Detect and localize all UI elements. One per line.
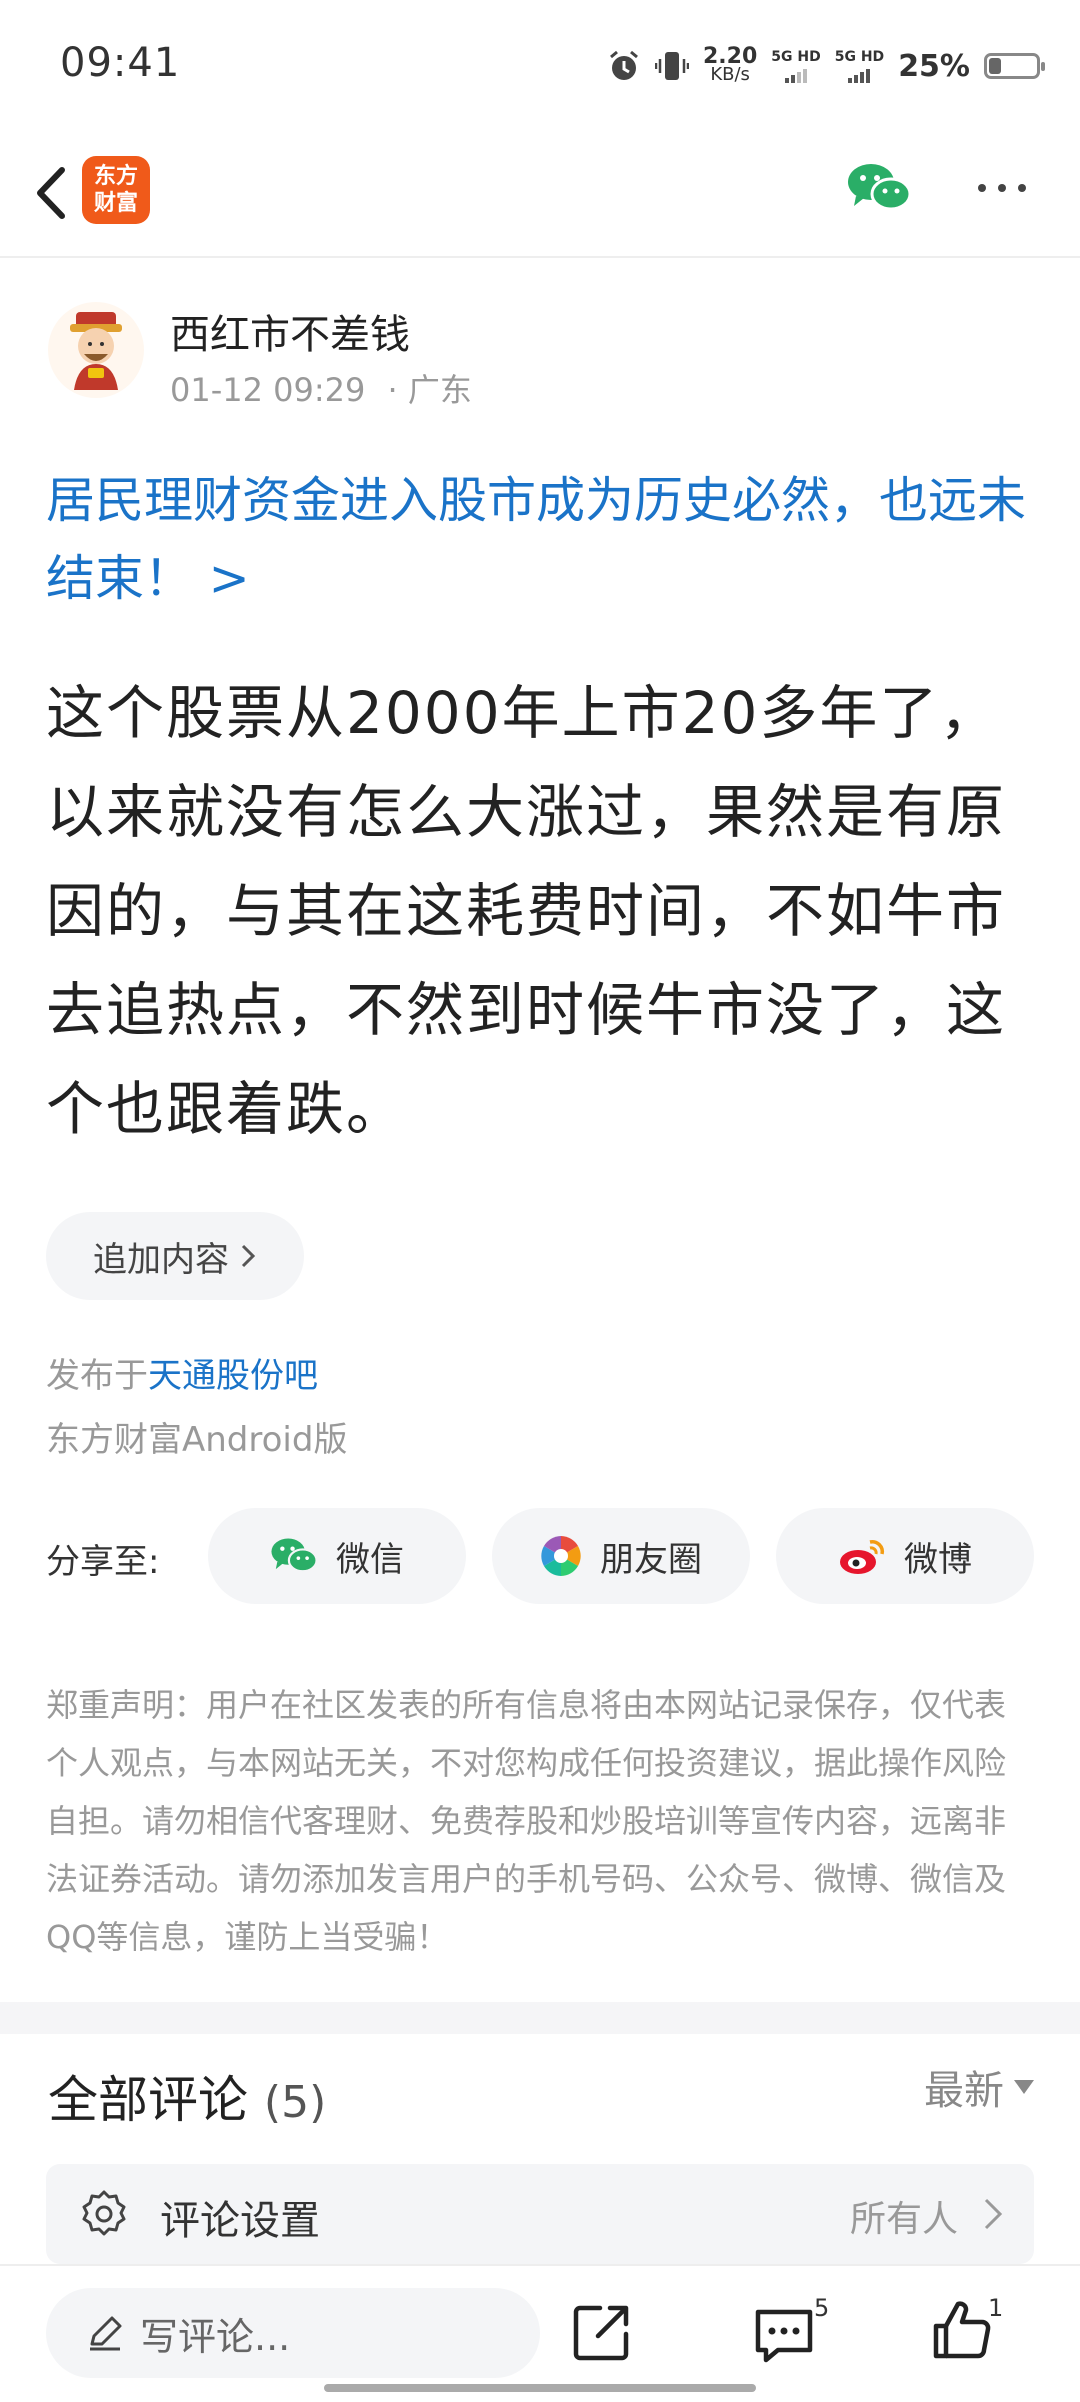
sort-label: 最新 [924, 2068, 1004, 2114]
post-date: 01-12 09:29 [170, 371, 366, 409]
append-content-button[interactable]: 追加内容 [46, 1212, 304, 1300]
published-prefix: 发布于 [46, 1356, 148, 1396]
comment-settings-label: 评论设置 [160, 2198, 320, 2244]
disclaimer-text: 郑重声明：用户在社区发表的所有信息将由本网站记录保存，仅代表个人观点，与本网站无… [46, 1686, 1007, 1956]
eastmoney-logo[interactable]: 东方 财富 [82, 156, 150, 224]
comment-count-badge: 5 [814, 2294, 830, 2322]
share-weibo-button[interactable]: 微博 [776, 1508, 1034, 1604]
more-options-icon[interactable] [974, 176, 1030, 200]
signal-sim1: 5G HD [771, 49, 821, 83]
battery-percent: 25% [898, 48, 970, 84]
share-weibo-label: 微博 [904, 1539, 972, 1580]
sim2-label: 5G HD [834, 49, 885, 65]
caret-down-icon [1014, 2080, 1034, 2094]
vibrate-icon [655, 52, 689, 80]
signal-sim2: 5G HD [835, 49, 884, 83]
sim1-label: 5G HD [771, 49, 821, 65]
post-body: 这个股票从2000年上市20多年了，以来就没有怎么大涨过，果然是有原因的，与其在… [46, 679, 1007, 1143]
moments-aperture-icon [541, 1536, 581, 1576]
caishen-avatar-icon [70, 312, 122, 390]
post-meta: 01-12 09:29 · 广东 [170, 365, 472, 411]
write-comment-placeholder: 写评论... [140, 2314, 291, 2359]
stock-bar-link[interactable]: 天通股份吧 [148, 1356, 318, 1396]
author-avatar[interactable] [48, 302, 144, 398]
chevron-right-icon [241, 1244, 256, 1268]
weibo-icon [840, 1540, 884, 1574]
back-arrow-icon[interactable] [24, 160, 80, 226]
gear-icon [82, 2190, 126, 2236]
logo-line1: 东方 [93, 164, 138, 189]
like-count-badge: 1 [988, 2294, 1004, 2322]
home-indicator[interactable] [324, 2384, 756, 2392]
sort-dropdown[interactable]: 最新 [924, 2058, 1034, 2116]
section-divider [0, 2002, 1080, 2034]
client-info: 东方财富Android版 [46, 1420, 348, 1460]
share-wechat-label: 微信 [336, 1539, 404, 1580]
battery-fill [989, 58, 1001, 74]
comment-settings-row[interactable]: 评论设置 所有人 [46, 2164, 1034, 2264]
pencil-icon [90, 2316, 122, 2351]
wechat-icon[interactable] [846, 162, 912, 214]
write-comment-input[interactable]: 写评论... [46, 2288, 540, 2378]
nav-bar [0, 150, 1080, 258]
post-location: · 广东 [387, 371, 472, 409]
signal-bars-icon [785, 67, 807, 83]
append-content-label: 追加内容 [93, 1239, 229, 1280]
like-icon[interactable] [930, 2298, 994, 2362]
comment-settings-value: 所有人 [849, 2199, 958, 2240]
wechat-icon [271, 1538, 318, 1573]
signal-bars-icon [848, 67, 871, 83]
comments-title: 全部评论 [48, 2071, 248, 2129]
net-speed: 2.20 KB/s [703, 46, 757, 85]
share-moments-button[interactable]: 朋友圈 [492, 1508, 750, 1604]
share-moments-label: 朋友圈 [600, 1539, 702, 1580]
share-label: 分享至: [46, 1542, 160, 1582]
chevron-right-icon [984, 2198, 1003, 2230]
author-name[interactable]: 西红市不差钱 [170, 302, 410, 360]
battery-icon [984, 53, 1045, 79]
comments-count: (5) [263, 2077, 327, 2128]
net-speed-unit: KB/s [710, 64, 750, 85]
related-headline-link[interactable]: 居民理财资金进入股市成为历史必然，也远未结束！ > [46, 462, 1036, 618]
logo-line2: 财富 [93, 191, 138, 216]
comment-icon[interactable] [752, 2302, 816, 2366]
status-time: 09:41 [60, 40, 181, 86]
published-in: 发布于天通股份吧 [46, 1348, 318, 1397]
share-wechat-button[interactable]: 微信 [208, 1508, 466, 1604]
comments-heading: 全部评论 (5) [48, 2060, 326, 2132]
share-icon[interactable] [570, 2300, 634, 2364]
status-icons: 2.20 KB/s 5G HD 5G HD 25% [607, 44, 1045, 88]
alarm-icon [610, 50, 638, 80]
